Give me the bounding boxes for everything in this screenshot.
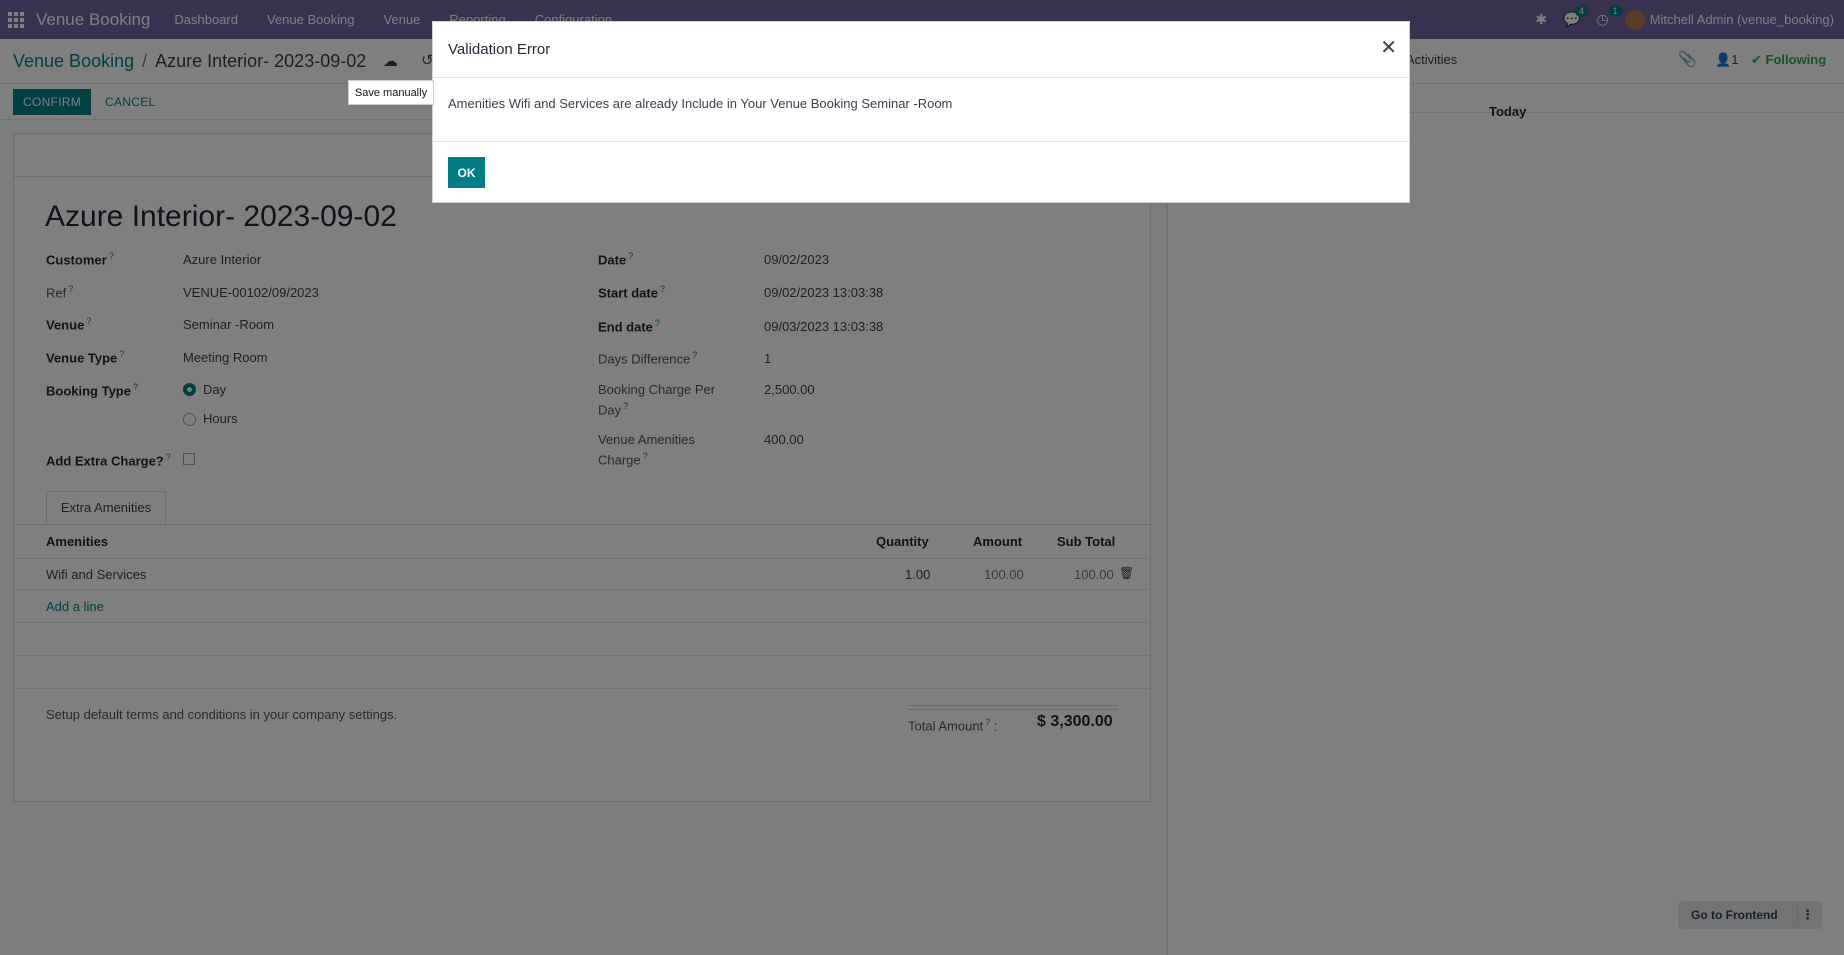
modal-header: Validation Error ✕ bbox=[433, 22, 1409, 78]
modal-title: Validation Error bbox=[448, 41, 551, 58]
validation-error-dialog: Validation Error ✕ Amenities Wifi and Se… bbox=[432, 21, 1410, 203]
close-icon[interactable]: ✕ bbox=[1380, 38, 1397, 58]
modal-message: Amenities Wifi and Services are already … bbox=[448, 96, 953, 111]
save-manually-tooltip: Save manually bbox=[348, 80, 434, 105]
ok-button[interactable]: OK bbox=[448, 157, 485, 188]
